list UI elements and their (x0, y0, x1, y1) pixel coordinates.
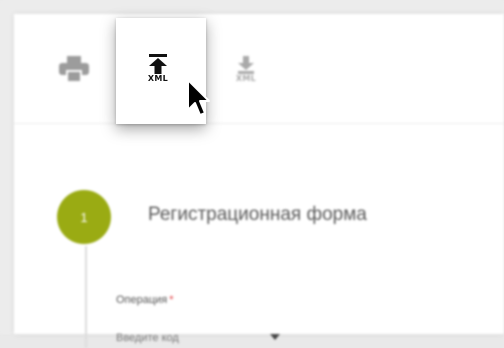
upload-xml-label: XML (147, 74, 169, 83)
operation-label-text: Операция (116, 294, 168, 306)
chevron-down-icon[interactable] (270, 334, 280, 340)
upload-xml-content: XML (143, 54, 173, 94)
required-mark: * (169, 294, 174, 306)
download-xml-button[interactable]: XML (224, 44, 268, 94)
operation-field-label: Операция * (116, 294, 174, 306)
download-xml-icon (238, 55, 254, 74)
step-number-badge: 1 (57, 190, 111, 244)
download-xml-label: XML (235, 73, 257, 83)
print-button[interactable] (52, 44, 96, 94)
blurred-background: XML 1 Регистрационная форма Операция * Вв… (0, 0, 504, 348)
upload-xml-icon (149, 54, 167, 74)
toolbar: XML (14, 14, 504, 124)
printer-icon (59, 56, 89, 82)
step-title: Регистрационная форма (148, 204, 367, 225)
step-connector-line (85, 246, 87, 348)
mouse-cursor-icon (187, 79, 210, 116)
form-panel: XML 1 Регистрационная форма Операция * Вв… (14, 14, 504, 348)
